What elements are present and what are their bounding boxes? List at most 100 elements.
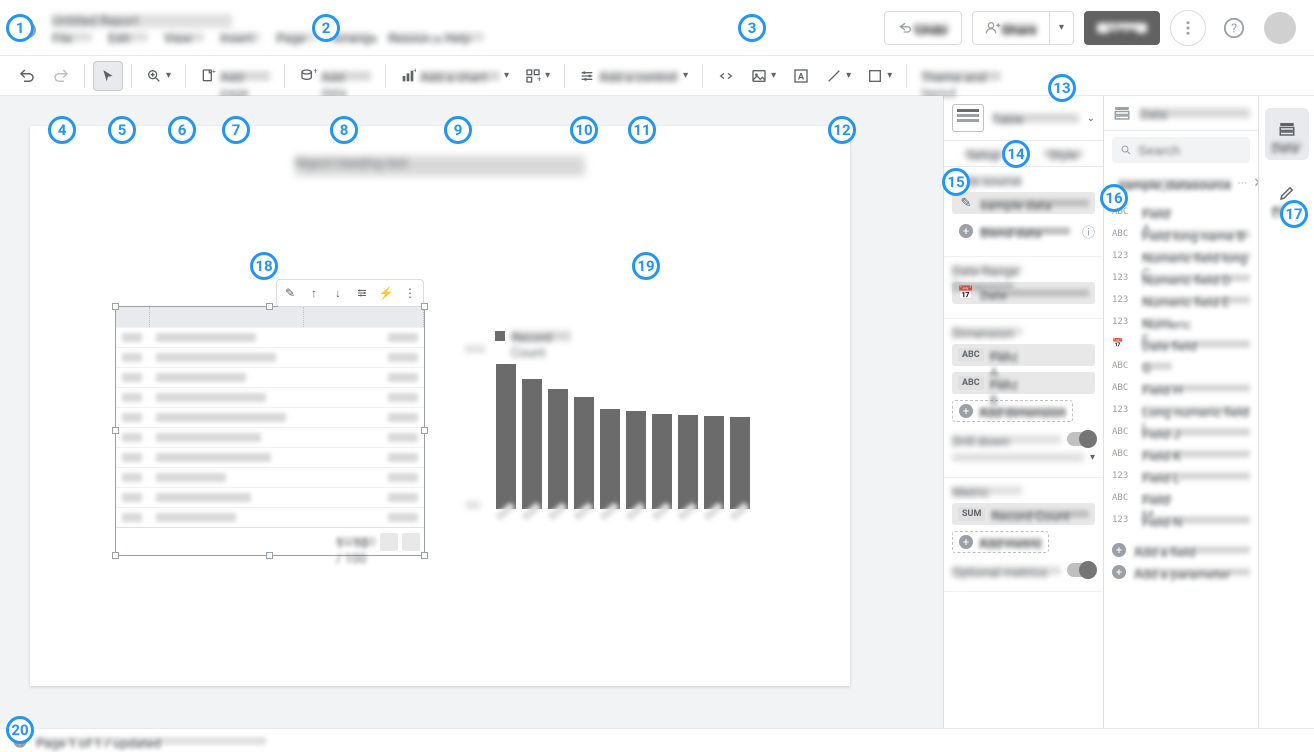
menu-help[interactable]: Help xyxy=(444,32,484,42)
field-list-item[interactable]: 123Numeric field D xyxy=(1112,267,1250,289)
widget-settings-button[interactable] xyxy=(351,282,373,304)
help-button[interactable]: ? xyxy=(1216,10,1252,46)
chevron-down-icon[interactable]: ▾ xyxy=(1090,452,1095,463)
field-type-badge: 123 xyxy=(1112,471,1134,481)
date-range-section: Date Range Dimension 📅Date xyxy=(944,257,1103,319)
view-button[interactable]: View xyxy=(1084,11,1160,45)
svg-text:+: + xyxy=(212,68,216,75)
blend-data-button[interactable]: +Blend data xyxy=(952,220,1076,242)
datasource-name: sample_datasource xyxy=(1118,179,1231,188)
url-embed-button[interactable] xyxy=(711,61,741,91)
share-button[interactable]: Share xyxy=(972,11,1050,45)
add-control-button[interactable]: Add a control▾ xyxy=(573,61,694,91)
field-list-item[interactable]: 123Long numeric field I xyxy=(1112,399,1250,421)
field-list-item[interactable]: 123Numeric field long C xyxy=(1112,245,1250,267)
chart-type-selector[interactable]: Table ⌄ xyxy=(944,96,1103,141)
dimension-chip[interactable]: ABCField B xyxy=(952,372,1095,394)
widget-down-button[interactable]: ↓ xyxy=(327,282,349,304)
field-list-item[interactable]: ABCG xyxy=(1112,355,1250,377)
chart-bar xyxy=(496,364,516,509)
chevron-down-icon: ▾ xyxy=(166,70,171,81)
rail-data-button[interactable]: Data xyxy=(1265,108,1309,160)
undo-header-button[interactable]: Undo xyxy=(884,11,962,45)
data-source-chip[interactable]: ✎sample data xyxy=(952,192,1095,214)
chevron-down-icon: ⌄ xyxy=(1087,113,1095,124)
search-text-input[interactable] xyxy=(1138,143,1242,158)
share-dropdown-button[interactable]: ▾ xyxy=(1050,11,1074,45)
pager-prev-button[interactable] xyxy=(380,533,398,551)
report-title-text[interactable]: Report heading text xyxy=(295,156,585,176)
account-button[interactable] xyxy=(1262,10,1298,46)
text-button[interactable]: A xyxy=(786,61,816,91)
add-field-button[interactable]: +Add a field xyxy=(1112,539,1250,561)
help-icon[interactable]: ⓘ xyxy=(1082,222,1095,241)
shape-button[interactable]: ▾ xyxy=(861,61,898,91)
field-list-item[interactable]: ABCField H xyxy=(1112,377,1250,399)
resize-handle[interactable] xyxy=(421,303,428,310)
menu-view[interactable]: View xyxy=(164,32,204,42)
line-icon xyxy=(826,68,842,84)
bar-chart-widget[interactable]: Record Count xyxy=(465,331,765,523)
add-parameter-button[interactable]: +Add a parameter xyxy=(1112,561,1250,583)
widget-more-button[interactable]: ⋮ xyxy=(399,282,421,304)
widget-quick-button[interactable]: ⚡ xyxy=(375,282,397,304)
field-list-item[interactable]: ABCField M xyxy=(1112,487,1250,509)
field-list-item[interactable]: ABCField K xyxy=(1112,443,1250,465)
add-dimension-button[interactable]: +Add dimension xyxy=(952,400,1073,422)
add-data-button[interactable]: +Add data xyxy=(293,61,377,91)
resize-handle[interactable] xyxy=(112,552,119,559)
theme-button[interactable]: Theme and layout xyxy=(915,61,1007,91)
more-options-button[interactable] xyxy=(1170,10,1206,46)
undo-button[interactable] xyxy=(12,61,42,91)
field-name: Field A xyxy=(1142,208,1172,216)
resize-handle[interactable] xyxy=(266,552,273,559)
menu-insert[interactable]: Insert xyxy=(220,32,260,42)
field-list-item[interactable]: 123Numeric field E xyxy=(1112,289,1250,311)
metric-chip[interactable]: SUMRecord Count xyxy=(952,503,1095,525)
document-title[interactable]: Untitled Report xyxy=(52,14,232,28)
field-name: Numeric F xyxy=(1142,318,1172,326)
select-tool-button[interactable] xyxy=(93,61,123,91)
menu-page[interactable]: Page xyxy=(276,32,316,42)
resize-handle[interactable] xyxy=(112,427,119,434)
widget-up-button[interactable]: ↑ xyxy=(303,282,325,304)
field-list-item[interactable]: 123Numeric F xyxy=(1112,311,1250,333)
line-button[interactable]: ▾ xyxy=(820,61,857,91)
field-list-item[interactable]: ABCField A xyxy=(1112,201,1250,223)
resize-handle[interactable] xyxy=(421,427,428,434)
add-metric-button[interactable]: +Add metric xyxy=(952,531,1049,553)
add-chart-button[interactable]: +Add a chart▾ xyxy=(394,61,515,91)
table-chart-widget[interactable]: ✎ ↑ ↓ ⚡ ⋮ 1 - 10 / 100 xyxy=(115,306,425,556)
zoom-button[interactable]: ▾ xyxy=(140,61,177,91)
community-viz-button[interactable]: +▾ xyxy=(519,61,556,91)
field-list-item[interactable]: 123Field L xyxy=(1112,465,1250,487)
resize-handle[interactable] xyxy=(421,552,428,559)
field-list-item[interactable]: ABCField J xyxy=(1112,421,1250,443)
field-list-item[interactable]: 📅Date field xyxy=(1112,333,1250,355)
field-search-input[interactable] xyxy=(1112,137,1250,163)
canvas-wrapper[interactable]: Report heading text ✎ ↑ ↓ ⚡ ⋮ 1 - 10 / 1… xyxy=(0,96,943,728)
menu-edit[interactable]: Edit xyxy=(108,32,148,42)
section-title: Date Range Dimension xyxy=(952,265,1022,274)
menu-resource[interactable]: Resource xyxy=(388,32,428,42)
optional-metrics-toggle[interactable] xyxy=(1067,563,1095,577)
dimension-chip[interactable]: ABCField A xyxy=(952,344,1095,366)
menu-file[interactable]: File xyxy=(52,32,92,42)
field-type-badge: 123 xyxy=(1112,273,1134,283)
field-list-item[interactable]: 123Field N xyxy=(1112,509,1250,531)
drilldown-toggle[interactable] xyxy=(1067,432,1095,446)
resize-handle[interactable] xyxy=(266,303,273,310)
add-page-button[interactable]: +Add page xyxy=(194,61,276,91)
image-button[interactable]: ▾ xyxy=(745,61,782,91)
field-list-item[interactable]: ABCField long name B xyxy=(1112,223,1250,245)
redo-button[interactable] xyxy=(46,61,76,91)
table-row xyxy=(116,347,424,367)
tab-style[interactable]: Style xyxy=(1024,141,1104,166)
annotation-callout-8: 8 xyxy=(330,116,358,144)
chart-bar xyxy=(522,379,542,509)
widget-edit-button[interactable]: ✎ xyxy=(279,282,301,304)
resize-handle[interactable] xyxy=(112,303,119,310)
add-control-label: Add a control xyxy=(599,71,679,81)
field-name: Field N xyxy=(1142,516,1250,524)
pager-next-button[interactable] xyxy=(402,533,420,551)
